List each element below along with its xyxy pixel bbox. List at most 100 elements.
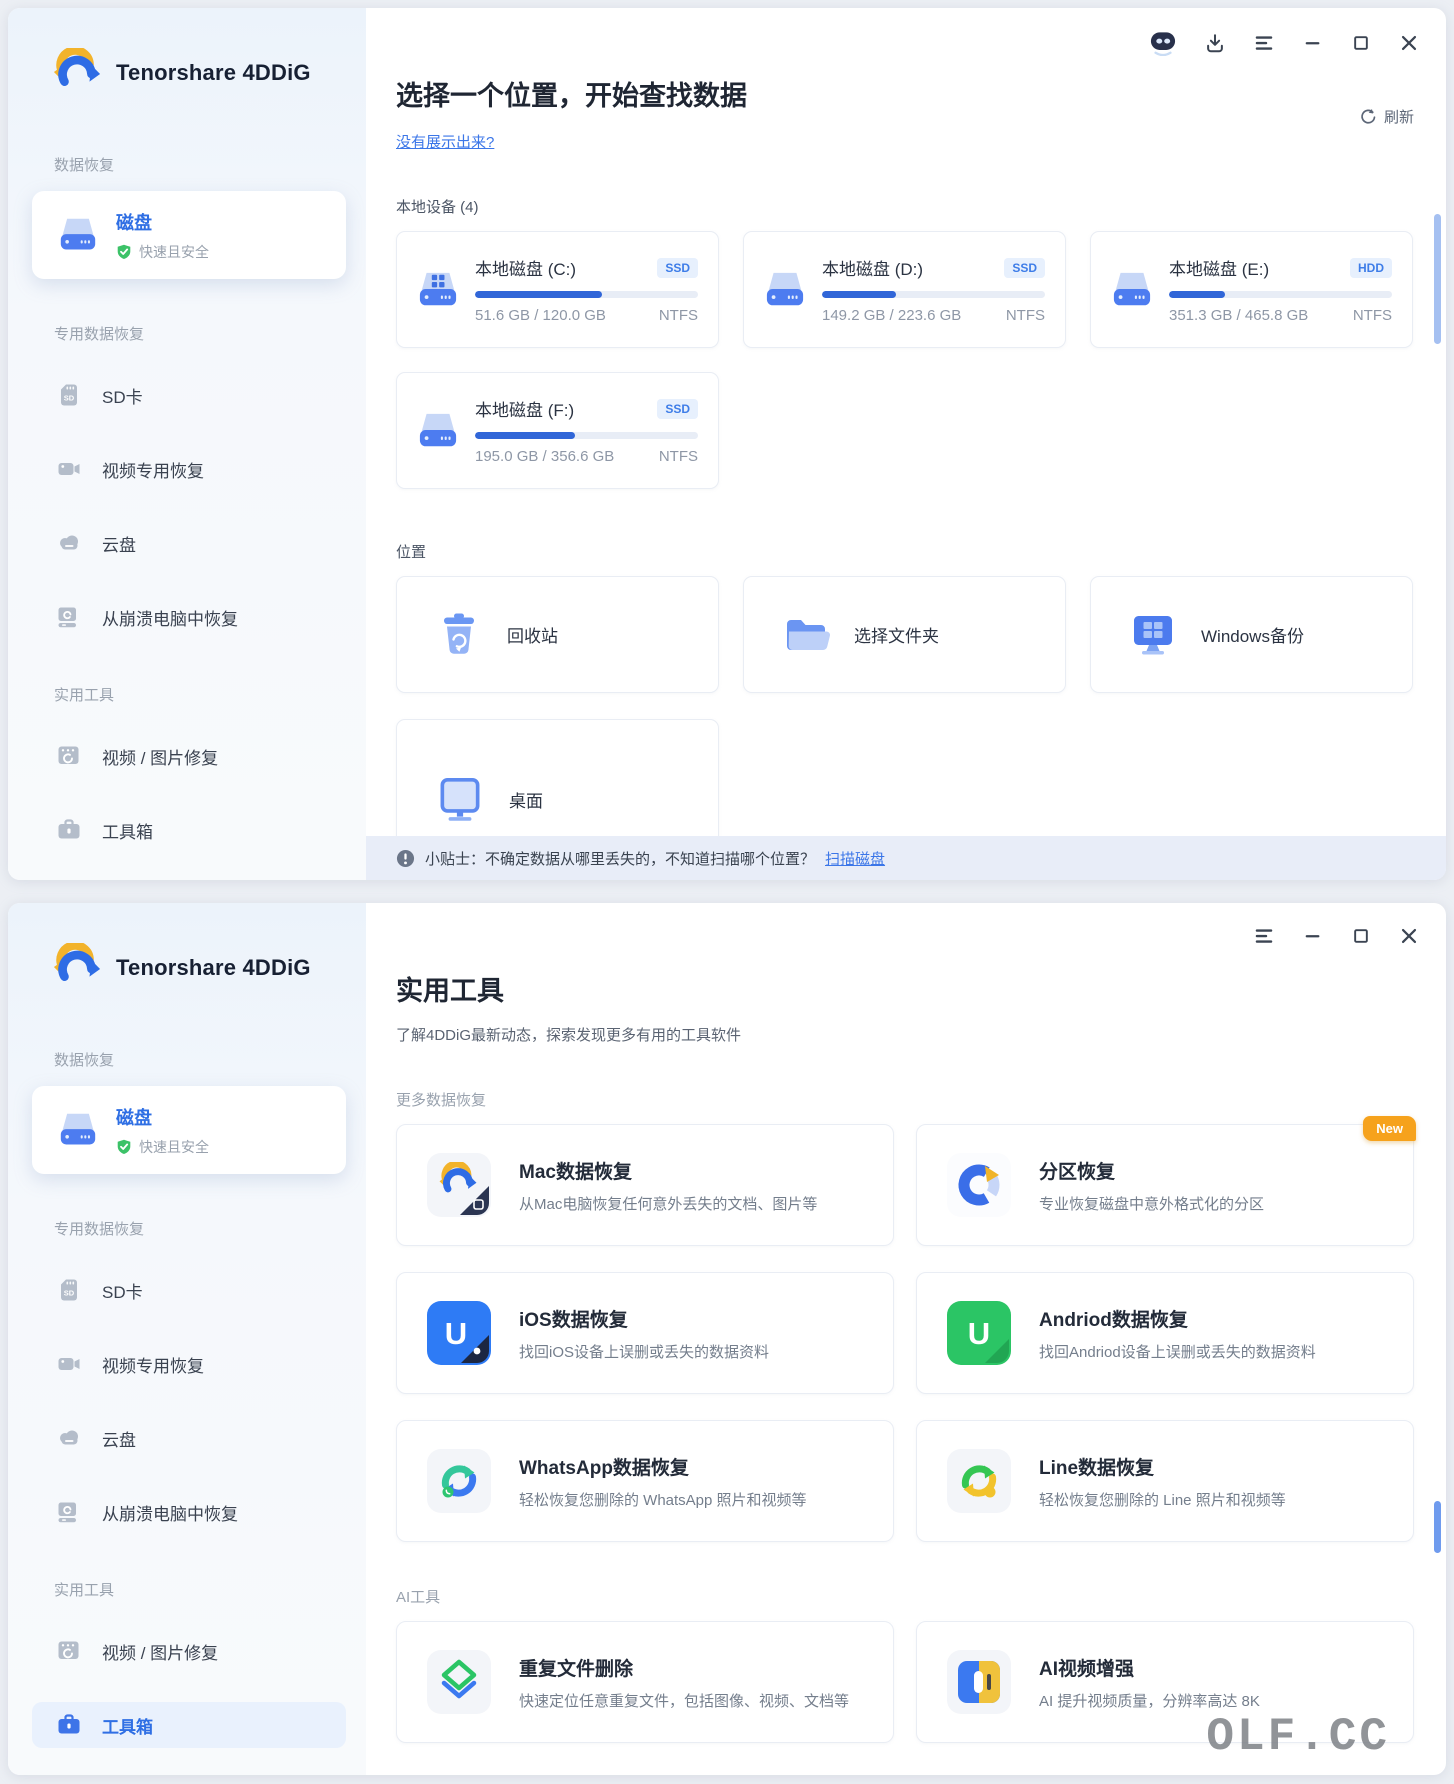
minimize-button[interactable] [1302,925,1324,947]
sidebar-item-sd-card[interactable]: SD卡 [32,372,346,418]
sidebar-item-disk[interactable]: 磁盘 快速且安全 [32,1086,346,1174]
minimize-button[interactable] [1302,32,1324,54]
disk-icon [415,411,461,451]
tool-card-mac-recovery[interactable]: Mac数据恢复 从Mac电脑恢复任何意外丢失的文档、图片等 [396,1124,894,1246]
disk-filesystem: NTFS [658,307,698,324]
tool-card-line-recovery[interactable]: Line数据恢复 轻松恢复您删除的 Line 照片和视频等 [916,1420,1414,1542]
sidebar-item-label: 云盘 [102,1430,136,1450]
scrollbar-thumb[interactable] [1434,214,1441,344]
scrollbar-thumb[interactable] [1434,1501,1441,1553]
disk-card-d[interactable]: 本地磁盘 (D:) SSD 149.2 GB / 223.6 GB NTFS [743,231,1066,348]
sidebar-item-toolbox[interactable]: 工具箱 [32,1702,346,1748]
main-area: 实用工具 了解4DDiG最新动态，探索发现更多有用的工具软件 更多数据恢复 Ma… [366,903,1446,1775]
tool-title: Mac数据恢复 [519,1161,632,1183]
sidebar-item-disk-label: 磁盘 [116,212,152,233]
disk-filesystem: NTFS [1352,307,1392,324]
menu-icon[interactable] [1253,925,1275,947]
disk-filesystem: NTFS [658,448,698,465]
disk-card-c[interactable]: 本地磁盘 (C:) SSD 51.6 GB / 120.0 GB NTFS [396,231,719,348]
disk-card-f[interactable]: 本地磁盘 (F:) SSD 195.0 GB / 356.6 GB NTFS [396,372,719,489]
toolbox-window: Tenorshare 4DDiG 数据恢复 磁盘 快速且安全 专用数据恢复 SD… [8,903,1446,1775]
sidebar-item-disk[interactable]: 磁盘 快速且安全 [32,191,346,279]
tool-desc: 快速定位任意重复文件，包括图像、视频、文档等 [519,1692,850,1710]
disk-usage-bar [475,291,698,298]
duplicate-file-icon [427,1650,491,1714]
location-recycle-bin[interactable]: 回收站 [396,576,719,693]
sidebar-item-video-recovery[interactable]: 视频专用恢复 [32,1341,346,1387]
sidebar-item-crashed-pc[interactable]: 从崩溃电脑中恢复 [32,594,346,640]
disk-card-e[interactable]: 本地磁盘 (E:) HDD 351.3 GB / 465.8 GB NTFS [1090,231,1413,348]
locations-grid: 回收站 选择文件夹 Windows备份 [396,576,1446,693]
close-button[interactable] [1398,925,1420,947]
sidebar-item-media-repair[interactable]: 视频 / 图片修复 [32,733,346,779]
maximize-button[interactable] [1351,33,1371,53]
whatsapp-recovery-icon [427,1449,491,1513]
location-choose-folder[interactable]: 选择文件夹 [743,576,1066,693]
not-shown-link[interactable]: 没有展示出来? [396,134,494,151]
brand-name: Tenorshare 4DDiG [116,60,311,85]
tools-grid: Mac数据恢复 从Mac电脑恢复任何意外丢失的文档、图片等 New 分区恢复 专… [396,1116,1446,1542]
sidebar-item-video-recovery[interactable]: 视频专用恢复 [32,446,346,492]
titlebar-controls [1253,925,1420,947]
sidebar-item-toolbox[interactable]: 工具箱 [32,807,346,853]
sidebar-item-media-repair[interactable]: 视频 / 图片修复 [32,1628,346,1674]
watermark: OLF.CC [1206,1711,1390,1763]
sidebar-section-utilities: 实用工具 [54,1582,115,1599]
disk-usage-text: 51.6 GB / 120.0 GB [475,307,606,324]
sidebar-item-label: 云盘 [102,535,136,555]
sidebar-item-label: 视频专用恢复 [102,461,204,481]
sidebar-item-disk-sub: 快速且安全 [139,1138,209,1155]
assistant-robot-icon[interactable] [1149,30,1177,56]
sidebar-item-sd-card[interactable]: SD卡 [32,1267,346,1313]
cloud-icon [56,530,82,556]
disk-windows-icon [415,270,461,310]
disk-type-badge: SSD [657,257,698,278]
tool-desc: 从Mac电脑恢复任何意外丢失的文档、图片等 [519,1195,818,1213]
location-windows-backup[interactable]: Windows备份 [1090,576,1413,693]
tool-title: Andriod数据恢复 [1039,1309,1188,1331]
main-area: 刷新 选择一个位置，开始查找数据 没有展示出来? 本地设备 (4) 本地磁盘 (… [366,8,1446,880]
shield-check-icon [116,244,132,260]
tool-card-android-recovery[interactable]: U Andriod数据恢复 找回Andriod设备上误删或丢失的数据资料 [916,1272,1414,1394]
sidebar-item-label: SD卡 [102,1282,143,1302]
sidebar-item-label: 视频 / 图片修复 [102,748,219,768]
tool-desc: 轻松恢复您删除的 Line 照片和视频等 [1039,1491,1286,1509]
tool-card-partition-recovery[interactable]: New 分区恢复 专业恢复磁盘中意外格式化的分区 [916,1116,1416,1246]
sidebar-section-utilities: 实用工具 [54,687,115,704]
tool-title: WhatsApp数据恢复 [519,1457,689,1479]
line-recovery-icon [947,1449,1011,1513]
tool-desc: AI 提升视频质量，分辨率高达 8K [1039,1692,1260,1710]
brand: Tenorshare 4DDiG [52,943,366,993]
sidebar-item-crashed-pc[interactable]: 从崩溃电脑中恢复 [32,1489,346,1535]
page-subtitle: 了解4DDiG最新动态，探索发现更多有用的工具软件 [396,1027,742,1044]
disk-usage-bar [475,432,698,439]
sidebar-item-cloud-drive[interactable]: 云盘 [32,520,346,566]
menu-icon[interactable] [1253,32,1275,54]
disk-name: 本地磁盘 (F:) [475,401,575,420]
mac-recovery-icon [427,1153,491,1217]
download-icon[interactable] [1204,32,1226,54]
tool-card-whatsapp-recovery[interactable]: WhatsApp数据恢复 轻松恢复您删除的 WhatsApp 照片和视频等 [396,1420,894,1542]
main-window-scan: Tenorshare 4DDiG 数据恢复 磁盘 快速且安全 专用数据恢复 SD… [8,8,1446,880]
refresh-button[interactable]: 刷新 [1359,106,1414,127]
close-button[interactable] [1398,32,1420,54]
tool-card-ios-recovery[interactable]: U iOS数据恢复 找回iOS设备上误删或丢失的数据资料 [396,1272,894,1394]
scan-disk-link[interactable]: 扫描磁盘 [825,848,885,869]
sidebar-item-label: 工具箱 [102,1717,153,1737]
disk-name: 本地磁盘 (D:) [822,260,924,279]
brand: Tenorshare 4DDiG [52,48,366,98]
sidebar-item-disk-sub: 快速且安全 [139,243,209,260]
tool-title: iOS数据恢复 [519,1309,628,1331]
media-repair-icon [56,743,82,769]
maximize-button[interactable] [1351,926,1371,946]
tool-card-duplicate-file[interactable]: 重复文件删除 快速定位任意重复文件，包括图像、视频、文档等 [396,1621,894,1743]
titlebar-controls [1149,30,1420,56]
recycle-bin-icon [433,609,485,661]
sd-card-icon [56,382,82,408]
sidebar-item-label: 视频 / 图片修复 [102,1643,219,1663]
disk-icon [1109,270,1155,310]
sidebar-item-cloud-drive[interactable]: 云盘 [32,1415,346,1461]
tool-title: Line数据恢复 [1039,1457,1155,1479]
media-repair-icon [56,1638,82,1664]
partition-recovery-icon [947,1153,1011,1217]
